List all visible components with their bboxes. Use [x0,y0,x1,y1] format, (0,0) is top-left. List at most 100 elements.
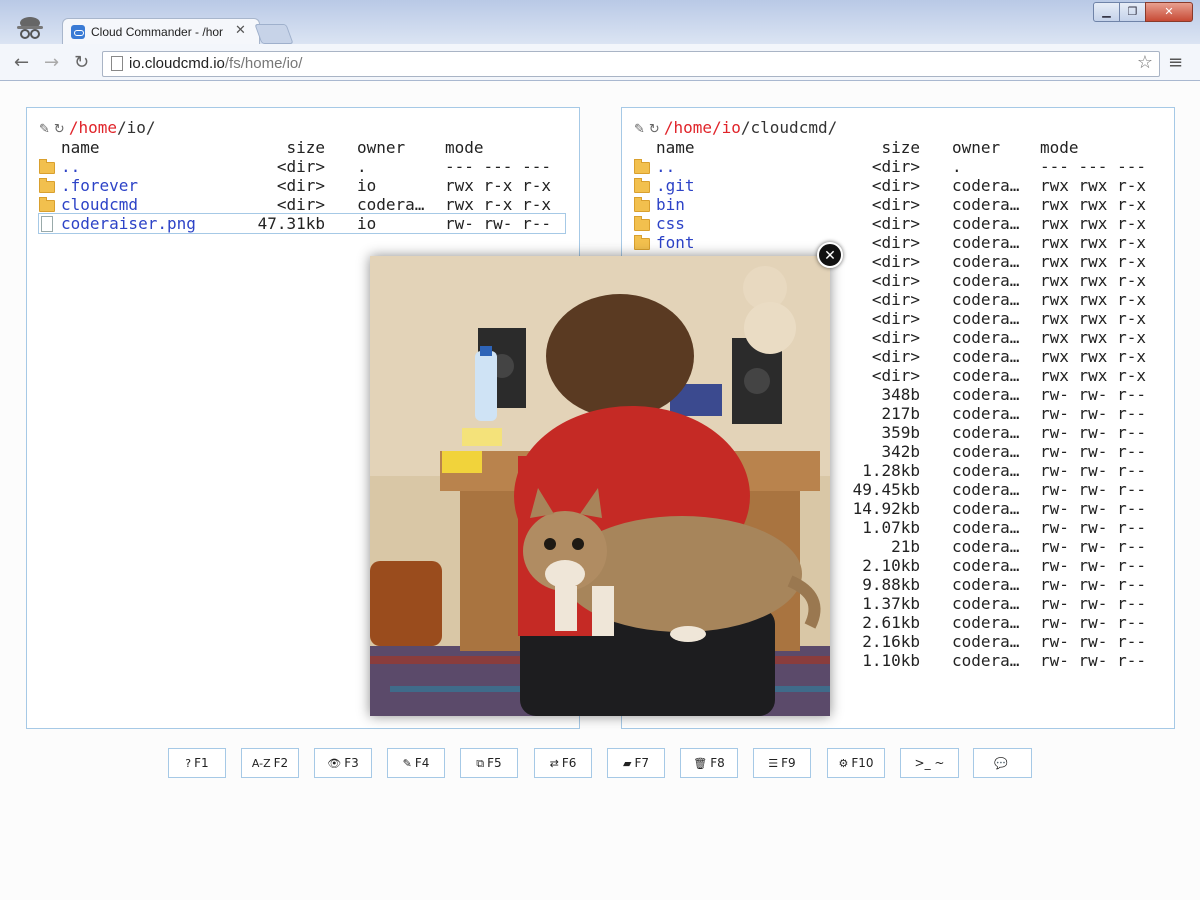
fkey-button[interactable]: A-Z F2 [241,748,299,778]
back-arrow-icon[interactable]: ← [14,52,29,73]
new-folder-icon: ▰ [622,757,632,770]
file-size: <dir> [871,214,920,233]
path-segment-current: /io/ [116,118,156,137]
fkey-button[interactable]: ? F1 [168,748,226,778]
settings-gear-icon: ⚙ [838,757,849,770]
file-size: 49.45kb [852,480,920,499]
viewer-close-button[interactable]: ✕ [817,242,843,268]
header-mode[interactable]: mode [1040,138,1079,157]
file-size: <dir> [871,233,920,252]
path-segment[interactable]: /home [664,118,712,137]
image-viewer[interactable] [370,256,830,716]
file-mode: rw- rw- r-- [1040,632,1146,651]
directory-row[interactable]: bin <dir> codera… rwx rwx r-x [634,195,1160,214]
directory-row[interactable]: .forever <dir> io rwx r-x r-x [39,176,565,195]
file-name[interactable]: css [656,214,685,233]
fkey-button[interactable]: ▰ F7 [607,748,665,778]
fkey-button[interactable]: >_ ~ [900,748,959,778]
fkey-button[interactable]: ☰ F9 [753,748,811,778]
path-segment[interactable]: /io [712,118,741,137]
hamburger-menu-icon[interactable]: ≡ [1168,52,1183,73]
directory-row[interactable]: cloudcmd <dir> codera… rwx r-x r-x [39,195,565,214]
folder-icon [39,176,55,197]
file-owner: io [357,214,377,233]
star-icon[interactable]: ☆ [1137,52,1153,73]
file-mode: --- --- --- [445,157,551,176]
fkey-button[interactable]: ✎ F4 [387,748,445,778]
tab-close-icon[interactable]: ✕ [235,23,246,38]
file-size: 1.28kb [862,461,920,480]
refresh-icon[interactable]: ↻ [54,122,65,137]
fkey-button[interactable]: 🗑 F8 [680,748,738,778]
directory-row[interactable]: .git <dir> codera… rwx rwx r-x [634,176,1160,195]
file-name[interactable]: font [656,233,695,252]
file-size: <dir> [276,195,325,214]
file-row[interactable]: coderaiser.png 47.31kb io rw- rw- r-- [38,213,566,234]
file-owner: codera… [952,290,1020,309]
browser-tab[interactable]: Cloud Commander - /hor ✕ [62,18,260,45]
broom-icon[interactable]: ✎ [634,122,645,137]
file-size: 1.07kb [862,518,920,537]
new-tab-button[interactable] [254,24,294,44]
broom-icon[interactable]: ✎ [39,122,50,137]
folder-icon [39,157,55,178]
file-owner: codera… [952,461,1020,480]
directory-row[interactable]: css <dir> codera… rwx rwx r-x [634,214,1160,233]
file-mode: rw- rw- r-- [1040,613,1146,632]
fkey-button[interactable]: ⧉ F5 [460,748,518,778]
header-name[interactable]: name [61,138,100,157]
file-name[interactable]: bin [656,195,685,214]
close-window-button[interactable]: ✕ [1145,2,1193,22]
file-name[interactable]: .. [656,157,675,176]
header-name[interactable]: name [656,138,695,157]
path-segment[interactable]: /home [69,118,117,137]
fkey-button[interactable]: 💬 [973,748,1032,778]
file-name[interactable]: cloudcmd [61,195,138,214]
window-controls: ▁ ❐ ✕ [1093,2,1193,22]
tab-title: Cloud Commander - /hor [91,25,224,39]
file-size: <dir> [871,309,920,328]
file-mode: rw- rw- r-- [1040,461,1146,480]
file-name[interactable]: .forever [61,176,138,195]
file-owner: codera… [952,613,1020,632]
fkey-button[interactable]: ⚙ F10 [827,748,885,778]
refresh-icon[interactable]: ↻ [649,122,660,137]
file-name[interactable]: .git [656,176,695,195]
file-size: 14.92kb [852,499,920,518]
fkey-label: F7 [634,756,649,770]
url-text[interactable]: io.cloudcmd.io/fs/home/io/ [129,55,302,72]
file-size: 9.88kb [862,575,920,594]
file-owner: codera… [952,347,1020,366]
file-size: <dir> [871,195,920,214]
folder-icon [39,195,55,216]
directory-row[interactable]: .. <dir>. --- --- --- [39,157,565,176]
forward-arrow-icon[interactable]: → [44,52,59,73]
file-owner: codera… [952,214,1020,233]
directory-row[interactable]: font <dir> codera… rwx rwx r-x [634,233,1160,252]
file-owner: codera… [952,404,1020,423]
reload-icon[interactable]: ↻ [74,52,89,73]
file-mode: rw- rw- r-- [445,214,551,233]
file-name[interactable]: coderaiser.png [61,214,196,233]
fkey-label: F8 [710,756,725,770]
address-bar[interactable]: io.cloudcmd.io/fs/home/io/ ☆ [102,51,1160,77]
file-size: 2.16kb [862,632,920,651]
file-mode: rw- rw- r-- [1040,518,1146,537]
photo-image [370,256,830,716]
cloud-favicon-icon [71,25,85,39]
header-size[interactable]: size [881,138,920,157]
title-bar: Cloud Commander - /hor ✕ ▁ ❐ ✕ [0,0,1200,45]
fkey-button[interactable]: ⇄ F6 [534,748,592,778]
fkey-button[interactable]: 👁 F3 [314,748,372,778]
fkey-label: F1 [194,756,209,770]
file-name[interactable]: .. [61,157,80,176]
file-size: 21b [891,537,920,556]
header-size[interactable]: size [286,138,325,157]
directory-row[interactable]: .. <dir>. --- --- --- [634,157,1160,176]
maximize-button[interactable]: ❐ [1119,2,1146,22]
minimize-button[interactable]: ▁ [1093,2,1120,22]
header-owner[interactable]: owner [952,138,1000,157]
header-owner[interactable]: owner [357,138,405,157]
browser-toolbar: ← → ↻ io.cloudcmd.io/fs/home/io/ ☆ ≡ [0,44,1200,80]
header-mode[interactable]: mode [445,138,484,157]
